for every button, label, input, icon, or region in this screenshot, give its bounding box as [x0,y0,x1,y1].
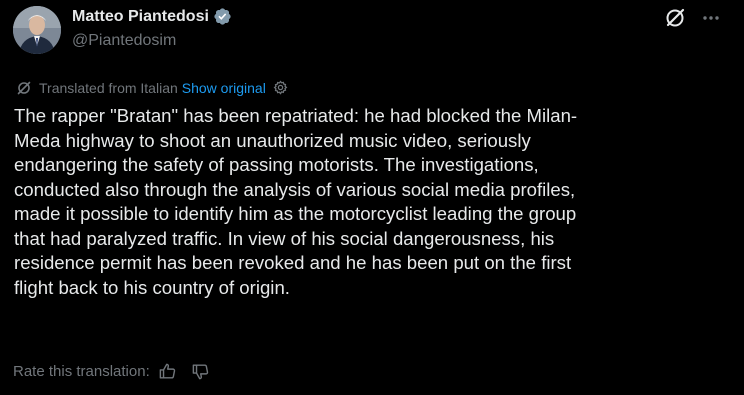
rate-translation: Rate this translation: [13,362,224,381]
rate-translation-label: Rate this translation: [13,363,150,380]
thumbs-down-icon[interactable] [191,362,210,381]
post-card: Matteo Piantedosi @Piantedosim Translate… [0,0,744,395]
thumbs-up-icon[interactable] [158,362,177,381]
verified-badge-icon [214,8,231,25]
author-name-text: Matteo Piantedosi [72,7,209,25]
avatar[interactable] [13,6,61,54]
grok-icon[interactable] [662,5,688,31]
more-dots-icon[interactable] [698,5,724,31]
author-handle[interactable]: @Piantedosim [72,32,176,50]
grok-translate-icon [17,81,31,94]
translated-from-label: Translated from Italian [39,79,178,96]
author-name[interactable]: Matteo Piantedosi [72,7,232,26]
gear-icon[interactable] [272,79,289,96]
translation-bar: Translated from Italian Show original [16,79,289,96]
post-text: The rapper "Bratan" has been repatriated… [14,105,578,298]
show-original-link[interactable]: Show original [182,80,266,96]
